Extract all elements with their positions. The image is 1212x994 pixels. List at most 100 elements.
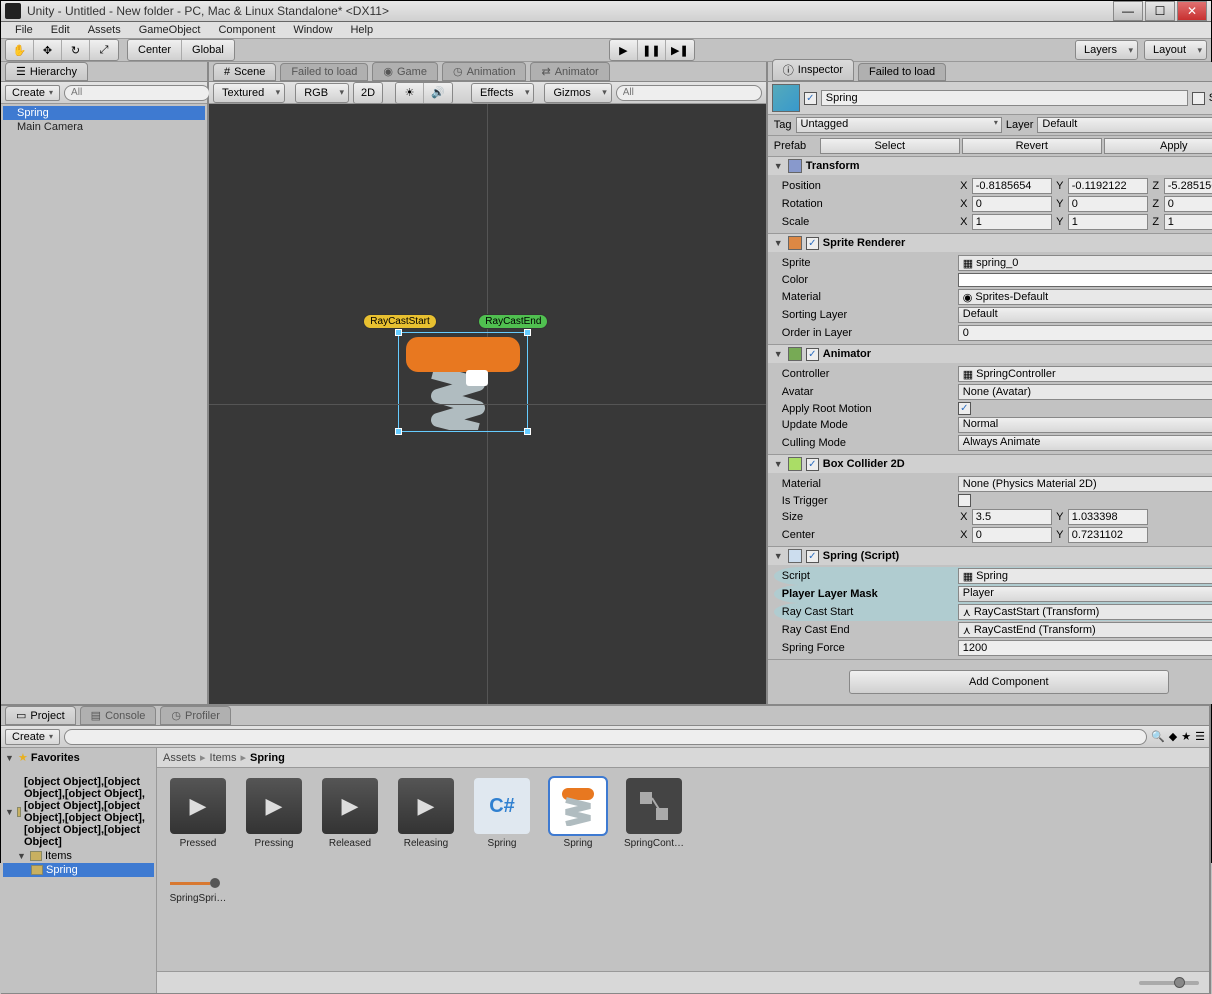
controller-field[interactable]: ▦ SpringController <box>958 366 1212 382</box>
asset-item[interactable]: ▶Released <box>319 778 381 849</box>
play-button[interactable]: ▶ <box>610 40 638 60</box>
2d-toggle[interactable]: 2D <box>354 83 382 103</box>
scale-x[interactable] <box>972 214 1052 230</box>
rootmotion-checkbox[interactable]: ✓ <box>958 402 971 415</box>
static-checkbox[interactable] <box>1192 92 1205 105</box>
spring-folder[interactable]: Spring <box>46 864 78 876</box>
sprite-field[interactable]: ▦ spring_0 <box>958 255 1212 271</box>
menu-window[interactable]: Window <box>285 22 340 38</box>
profiler-tab[interactable]: ◷ Profiler <box>160 706 230 725</box>
scale-tool[interactable]: ⤢ <box>90 40 118 60</box>
search-filter-icon[interactable]: 🔍 <box>1151 730 1165 743</box>
scale-y[interactable] <box>1068 214 1148 230</box>
hierarchy-create-button[interactable]: Create <box>5 85 60 101</box>
raycastend-field[interactable]: ⋏ RayCastEnd (Transform) <box>958 622 1212 638</box>
scene-viewport[interactable]: RayCastStart RayCastEnd <box>209 104 766 704</box>
foldout-icon[interactable]: ▼ <box>774 161 784 171</box>
asset-item[interactable]: SpringCont… <box>623 778 685 849</box>
prefab-apply-button[interactable]: Apply <box>1104 138 1212 154</box>
light-toggle[interactable]: ☀ <box>396 83 424 103</box>
filter-label-icon[interactable]: ★ <box>1181 730 1191 743</box>
cullmode-dropdown[interactable]: Always Animate <box>958 435 1212 451</box>
hierarchy-item[interactable]: Spring <box>3 106 205 120</box>
shading-mode[interactable]: Textured <box>213 83 285 103</box>
close-button[interactable]: ✕ <box>1177 1 1207 21</box>
component-enable-checkbox[interactable]: ✓ <box>806 348 819 361</box>
layout-dropdown[interactable]: Layout <box>1144 40 1207 60</box>
menu-component[interactable]: Component <box>210 22 283 38</box>
hierarchy-tab[interactable]: ☰ Hierarchy <box>5 62 88 81</box>
items-folder[interactable]: Items <box>45 850 72 862</box>
component-enable-checkbox[interactable]: ✓ <box>806 237 819 250</box>
pivot-toggle[interactable]: Center <box>128 40 182 60</box>
hierarchy-item[interactable]: Main Camera <box>3 120 205 134</box>
pause-button[interactable]: ❚❚ <box>638 40 666 60</box>
scene-search[interactable] <box>616 85 762 101</box>
minimize-button[interactable]: — <box>1113 1 1143 21</box>
tag-dropdown[interactable]: Untagged <box>796 117 1002 133</box>
active-checkbox[interactable]: ✓ <box>804 92 817 105</box>
springforce-field[interactable] <box>958 640 1212 656</box>
crumb[interactable]: Items <box>210 752 237 764</box>
gameobject-icon[interactable] <box>772 84 800 112</box>
add-component-button[interactable]: Add Component <box>849 670 1169 694</box>
layermask-dropdown[interactable]: Player <box>958 586 1212 602</box>
project-tab[interactable]: ▭ Project <box>5 706 76 725</box>
physmat-field[interactable]: None (Physics Material 2D) <box>958 476 1212 492</box>
trigger-checkbox[interactable] <box>958 494 971 507</box>
menu-assets[interactable]: Assets <box>80 22 129 38</box>
save-search-icon[interactable]: ☰ <box>1195 730 1205 743</box>
hierarchy-search[interactable] <box>64 85 210 101</box>
crumb[interactable]: Assets <box>163 752 196 764</box>
inspector-tab[interactable]: ⓘ Inspector <box>772 59 854 81</box>
layer-dropdown[interactable]: Default <box>1037 117 1212 133</box>
position-z[interactable] <box>1164 178 1212 194</box>
scale-z[interactable] <box>1164 214 1212 230</box>
gameobject-name-field[interactable] <box>821 90 1188 106</box>
raycaststart-field[interactable]: ⋏ RayCastStart (Transform) <box>958 604 1212 620</box>
foldout-icon[interactable]: ▼ <box>774 349 784 359</box>
menu-edit[interactable]: Edit <box>43 22 78 38</box>
asset-item[interactable]: SpringSpri… <box>167 877 229 904</box>
maximize-button[interactable]: ☐ <box>1145 1 1175 21</box>
material-field[interactable]: ◉ Sprites-Default <box>958 289 1212 305</box>
animation-tab[interactable]: ◷ Animation <box>442 62 527 81</box>
menu-file[interactable]: File <box>7 22 41 38</box>
foldout-icon[interactable]: ▼ <box>774 238 784 248</box>
favorites-label[interactable]: Favorites <box>31 752 80 764</box>
updatemode-dropdown[interactable]: Normal <box>958 417 1212 433</box>
game-tab[interactable]: ◉ Game <box>372 62 438 81</box>
sortinglayer-dropdown[interactable]: Default <box>958 307 1212 323</box>
project-create-button[interactable]: Create <box>5 729 60 745</box>
size-x[interactable] <box>972 509 1052 525</box>
position-y[interactable] <box>1068 178 1148 194</box>
step-button[interactable]: ▶❚ <box>666 40 694 60</box>
color-field[interactable] <box>958 273 1212 287</box>
rotation-x[interactable] <box>972 196 1052 212</box>
size-y[interactable] <box>1068 509 1148 525</box>
rotation-y[interactable] <box>1068 196 1148 212</box>
foldout-icon[interactable]: ▼ <box>774 551 784 561</box>
component-enable-checkbox[interactable]: ✓ <box>806 458 819 471</box>
effects-dropdown[interactable]: Effects <box>471 83 534 103</box>
gizmos-dropdown[interactable]: Gizmos <box>544 83 611 103</box>
animator-tab[interactable]: ⇄ Animator <box>530 62 609 81</box>
thumbnail-size-slider[interactable] <box>1139 981 1199 985</box>
menu-help[interactable]: Help <box>342 22 381 38</box>
asset-item[interactable]: Spring <box>547 778 609 849</box>
space-toggle[interactable]: Global <box>182 40 234 60</box>
audio-toggle[interactable]: 🔊 <box>424 83 452 103</box>
project-search[interactable] <box>64 729 1147 745</box>
assets-folder[interactable]: [object Object],[object Object],[object … <box>24 776 152 848</box>
prefab-revert-button[interactable]: Revert <box>962 138 1102 154</box>
asset-item[interactable]: ▶Releasing <box>395 778 457 849</box>
asset-item[interactable]: ▶Pressed <box>167 778 229 849</box>
center-y[interactable] <box>1068 527 1148 543</box>
menu-gameobject[interactable]: GameObject <box>131 22 209 38</box>
foldout-icon[interactable]: ▼ <box>774 459 784 469</box>
component-enable-checkbox[interactable]: ✓ <box>806 550 819 563</box>
rotate-tool[interactable]: ↻ <box>62 40 90 60</box>
move-tool[interactable]: ✥ <box>34 40 62 60</box>
order-field[interactable] <box>958 325 1212 341</box>
render-mode[interactable]: RGB <box>295 83 349 103</box>
